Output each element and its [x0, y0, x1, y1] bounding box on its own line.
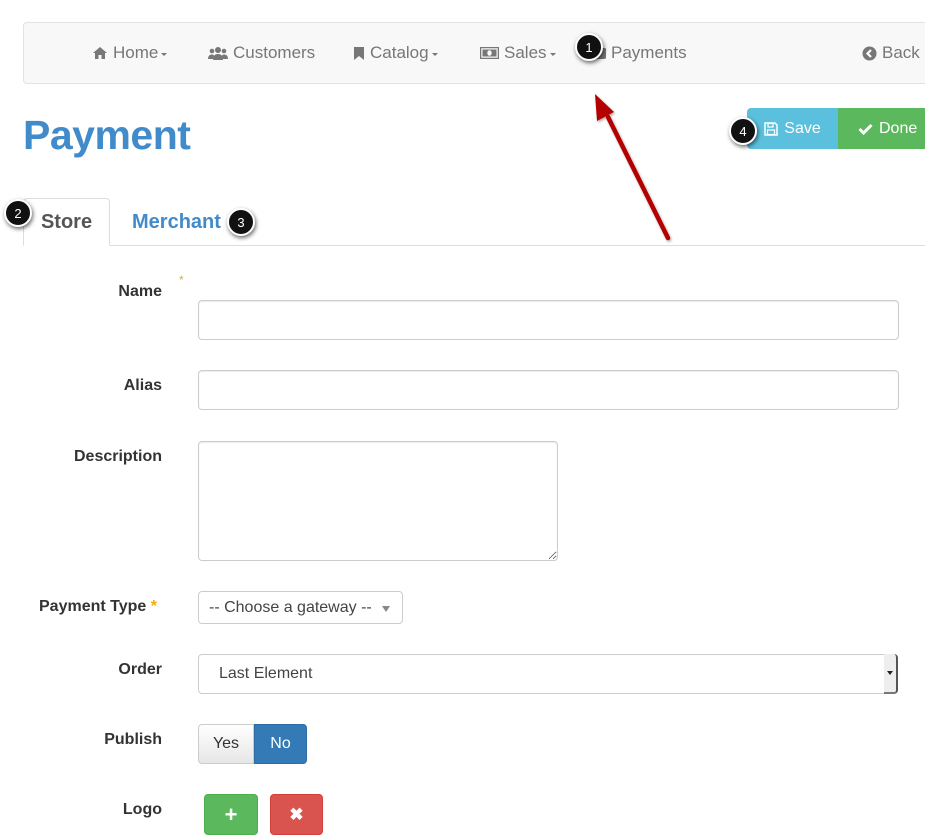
page-title: Payment [23, 112, 191, 158]
arrow-head [595, 94, 614, 121]
plus-icon: + [224, 801, 238, 827]
nav-home-label: Home [113, 43, 159, 62]
floppy-disk-icon [764, 121, 779, 136]
name-label: Name [60, 283, 162, 301]
tab-merchant-label: Merchant [132, 210, 221, 233]
done-button[interactable]: Done [838, 108, 925, 149]
required-marker: * [150, 598, 157, 615]
payment-gateway-select[interactable]: -- Choose a gateway -- [198, 591, 403, 624]
close-icon: ✖ [289, 804, 304, 824]
nav-payments[interactable]: Payments [590, 22, 687, 84]
logo-label-text: Logo [122, 801, 162, 818]
nav-back-label: Back [882, 43, 920, 62]
payment-gateway-selected: -- Choose a gateway -- [209, 598, 372, 616]
nav-sales[interactable]: Sales [480, 22, 556, 84]
order-select[interactable]: Last Element [198, 654, 898, 694]
save-label: Save [784, 119, 821, 137]
alias-label-text: Alias [123, 377, 162, 394]
alias-label: Alias [60, 377, 162, 395]
nav-home[interactable]: Home [92, 22, 168, 84]
callout-4: 4 [729, 117, 757, 145]
chevron-left-circle-icon [862, 46, 877, 61]
tab-merchant[interactable]: Merchant [132, 198, 221, 246]
nav-catalog[interactable]: Catalog [353, 22, 438, 84]
description-textarea[interactable] [198, 441, 558, 561]
required-marker: * [179, 273, 184, 287]
save-button[interactable]: Save [747, 108, 838, 149]
money-icon [480, 47, 499, 59]
dropdown-arrow-icon [382, 606, 390, 612]
nav-sales-label: Sales [504, 43, 547, 62]
publish-yes-label: Yes [212, 735, 240, 752]
chevron-down-icon [161, 52, 168, 56]
remove-logo-button[interactable]: ✖ [270, 794, 323, 835]
payment-type-label-text: Payment Type [39, 598, 147, 615]
publish-label: Publish [60, 731, 162, 749]
publish-yes-toggle[interactable]: Yes [198, 724, 254, 764]
order-selected: Last Element [219, 665, 313, 682]
done-label: Done [879, 119, 918, 137]
nav-back[interactable]: Back [862, 22, 920, 84]
nav-payments-label: Payments [611, 43, 687, 62]
home-icon [92, 46, 108, 60]
nav-customers[interactable]: Customers [208, 22, 315, 84]
callout-1: 1 [575, 33, 603, 61]
order-label-text: Order [118, 661, 162, 678]
nav-customers-label: Customers [233, 43, 316, 62]
tab-store[interactable]: Store [23, 198, 110, 246]
users-icon [208, 46, 228, 61]
arrow-shaft [605, 114, 671, 241]
add-logo-button[interactable]: + [204, 794, 258, 835]
nav-catalog-label: Catalog [370, 43, 429, 62]
callout-2: 2 [4, 199, 32, 227]
publish-no-label: No [270, 735, 291, 752]
description-label: Description [30, 448, 162, 466]
chevron-down-icon [549, 52, 556, 56]
checkmark-icon [858, 123, 873, 135]
publish-no-toggle[interactable]: No [254, 724, 307, 764]
callout-3: 3 [227, 208, 255, 236]
dropdown-arrow-icon [884, 654, 898, 694]
bookmark-icon [353, 46, 365, 61]
order-label: Order [60, 661, 162, 679]
publish-label-text: Publish [104, 731, 162, 748]
payment-type-label: Payment Type * [20, 598, 162, 616]
logo-label: Logo [60, 801, 162, 819]
tab-store-label: Store [40, 210, 93, 233]
alias-input[interactable] [198, 370, 899, 410]
name-label-text: Name [118, 283, 162, 300]
description-label-text: Description [73, 448, 162, 465]
chevron-down-icon [431, 52, 438, 56]
name-input[interactable] [198, 300, 899, 340]
